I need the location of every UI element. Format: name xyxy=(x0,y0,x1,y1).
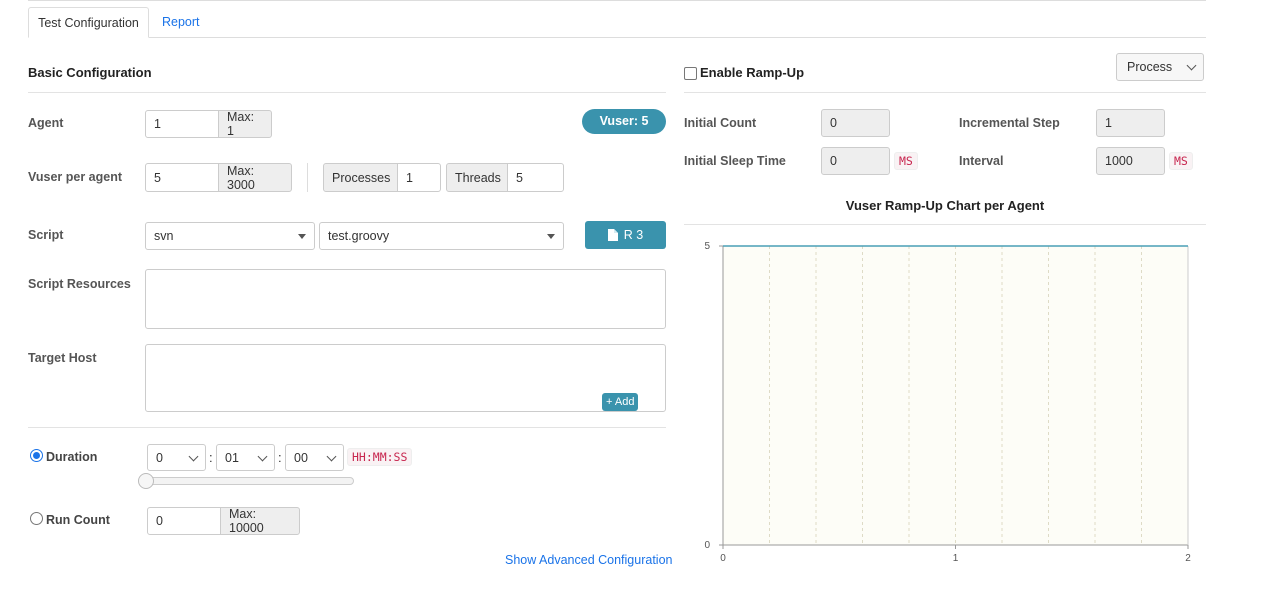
enable-ramp-up-checkbox[interactable] xyxy=(684,67,697,80)
duration-slider-handle[interactable] xyxy=(138,473,154,489)
interval-label: Interval xyxy=(959,154,1004,168)
time-separator: : xyxy=(278,450,282,465)
duration-label: Duration xyxy=(46,450,98,464)
show-advanced-configuration-link[interactable]: Show Advanced Configuration xyxy=(505,553,672,567)
section-divider xyxy=(28,427,666,428)
target-host-box[interactable] xyxy=(145,344,666,412)
agent-max-addon: Max: 1 xyxy=(218,110,272,138)
chart-x-tick-label: 2 xyxy=(1185,553,1191,564)
script-repo-select[interactable]: svn xyxy=(145,222,315,250)
duration-format-hint: HH:MM:SS xyxy=(347,448,413,466)
script-repo-value: svn xyxy=(154,229,174,243)
script-resources-label: Script Resources xyxy=(28,277,131,291)
enable-ramp-up-label: Enable Ramp-Up xyxy=(700,65,805,80)
duration-seconds-select[interactable]: 00 xyxy=(285,444,344,471)
chart-title: Vuser Ramp-Up Chart per Agent xyxy=(845,198,1045,213)
initial-sleep-time-input[interactable]: 0 xyxy=(821,147,890,175)
vertical-divider xyxy=(307,163,308,192)
interval-input[interactable]: 1000 xyxy=(1096,147,1165,175)
tab-test-configuration[interactable]: Test Configuration xyxy=(28,7,149,38)
interval-unit: MS xyxy=(1169,152,1193,170)
tab-report[interactable]: Report xyxy=(150,7,212,38)
run-count-label: Run Count xyxy=(46,513,110,527)
chart-y-tick-label: 0 xyxy=(704,540,710,551)
initial-count-input[interactable]: 0 xyxy=(821,109,890,137)
chevron-down-icon xyxy=(326,451,337,461)
run-count-input[interactable]: 0 xyxy=(147,507,221,535)
caret-down-icon xyxy=(298,234,306,239)
duration-radio[interactable] xyxy=(30,449,43,462)
chevron-down-icon xyxy=(1186,60,1197,71)
file-icon xyxy=(607,229,618,241)
initial-count-label: Initial Count xyxy=(684,116,757,130)
time-separator: : xyxy=(209,450,213,465)
chart-x-tick-label: 0 xyxy=(720,553,726,564)
vuser-ramp-up-chart: 0 1 2 0 5 xyxy=(704,241,1191,564)
run-count-radio[interactable] xyxy=(30,512,43,525)
agent-input[interactable]: 1 xyxy=(145,110,219,138)
script-revision-button[interactable]: R 3 xyxy=(585,221,666,249)
threads-addon: Threads xyxy=(446,163,508,192)
script-label: Script xyxy=(28,228,64,242)
ramp-up-type-value: Process xyxy=(1127,60,1173,74)
chart-title-divider xyxy=(684,224,1206,225)
vuser-per-agent-input[interactable]: 5 xyxy=(145,163,219,192)
chart-x-tick-label: 1 xyxy=(953,553,959,564)
processes-addon: Processes xyxy=(323,163,398,192)
script-resources-box[interactable] xyxy=(145,269,666,329)
ramp-up-type-select[interactable]: Process xyxy=(1116,53,1204,81)
section-divider xyxy=(684,92,1206,93)
script-file-select[interactable]: test.groovy xyxy=(319,222,564,250)
processes-input[interactable]: 1 xyxy=(397,163,441,192)
duration-minutes-value: 01 xyxy=(225,450,239,465)
chevron-down-icon xyxy=(257,451,268,461)
chevron-down-icon xyxy=(188,451,199,461)
caret-down-icon xyxy=(547,234,555,239)
plus-icon: + xyxy=(606,396,613,408)
vuser-per-agent-label: Vuser per agent xyxy=(28,170,123,184)
top-border xyxy=(28,0,1206,1)
incremental-step-input[interactable]: 1 xyxy=(1096,109,1165,137)
add-target-host-button[interactable]: + Add xyxy=(602,393,639,411)
duration-hours-select[interactable]: 0 xyxy=(147,444,206,471)
chart-y-tick-label: 5 xyxy=(704,241,710,252)
duration-seconds-value: 00 xyxy=(294,450,308,465)
duration-hours-value: 0 xyxy=(156,450,163,465)
threads-input[interactable]: 5 xyxy=(507,163,564,192)
initial-sleep-unit: MS xyxy=(894,152,918,170)
script-file-value: test.groovy xyxy=(328,229,390,243)
basic-configuration-title: Basic Configuration xyxy=(28,65,152,80)
add-label: Add xyxy=(614,396,635,408)
run-count-max-addon: Max: 10000 xyxy=(220,507,300,535)
target-host-label: Target Host xyxy=(28,351,97,365)
vuser-max-addon: Max: 3000 xyxy=(218,163,292,192)
revision-label: R 3 xyxy=(623,228,644,242)
incremental-step-label: Incremental Step xyxy=(959,116,1060,130)
duration-slider-track[interactable] xyxy=(140,477,354,485)
initial-sleep-time-label: Initial Sleep Time xyxy=(684,154,786,168)
vuser-badge: Vuser: 5 xyxy=(582,109,666,134)
tab-bar: Test Configuration Report xyxy=(28,7,1206,38)
agent-label: Agent xyxy=(28,116,64,130)
duration-minutes-select[interactable]: 01 xyxy=(216,444,275,471)
section-divider xyxy=(28,92,666,93)
